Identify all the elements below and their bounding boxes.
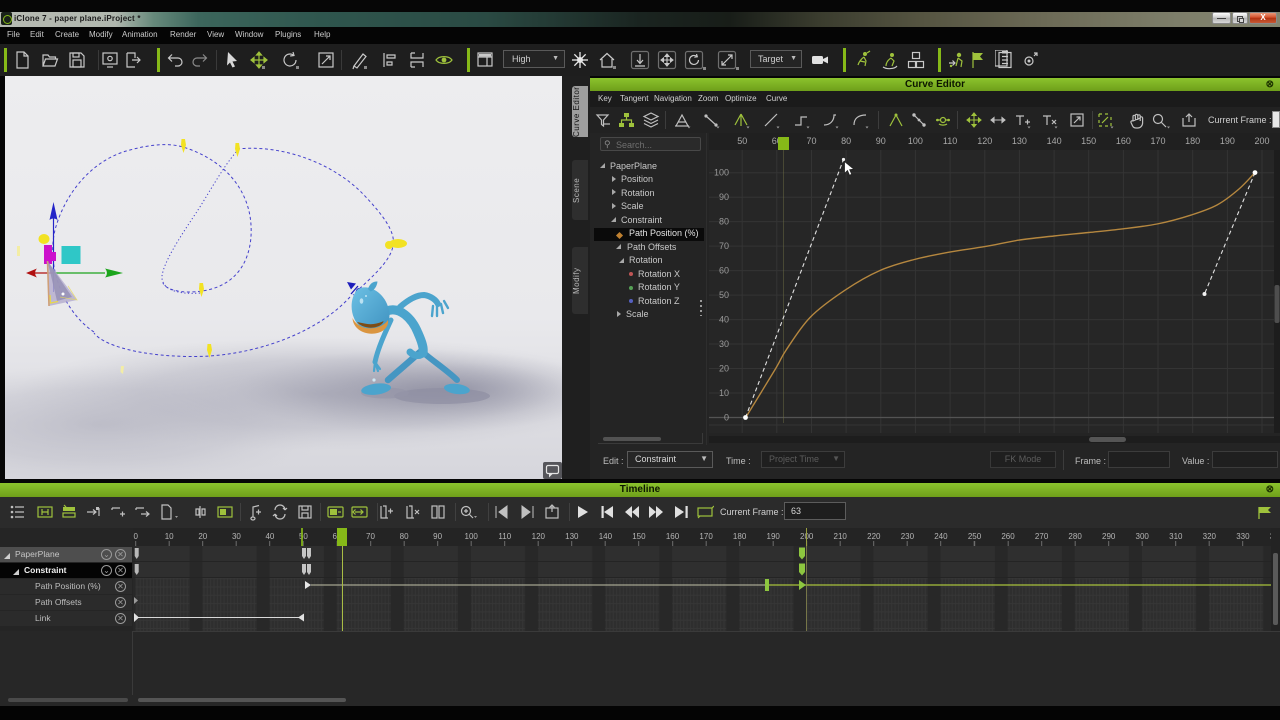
svg-text:50: 50: [737, 136, 747, 146]
svg-text:120: 120: [977, 136, 992, 146]
svg-text:80: 80: [719, 217, 729, 227]
svg-text:70: 70: [719, 241, 729, 251]
svg-text:0: 0: [724, 413, 729, 423]
svg-text:100: 100: [714, 168, 729, 178]
svg-text:90: 90: [719, 192, 729, 202]
svg-text:170: 170: [1150, 136, 1165, 146]
svg-text:40: 40: [719, 315, 729, 325]
svg-text:150: 150: [1081, 136, 1096, 146]
svg-text:190: 190: [1220, 136, 1235, 146]
svg-text:70: 70: [806, 136, 816, 146]
svg-text:110: 110: [943, 136, 957, 146]
svg-text:30: 30: [719, 339, 729, 349]
svg-text:90: 90: [876, 136, 886, 146]
svg-text:140: 140: [1047, 136, 1062, 146]
svg-text:80: 80: [841, 136, 851, 146]
svg-text:200: 200: [1254, 136, 1269, 146]
svg-text:130: 130: [1012, 136, 1027, 146]
svg-text:100: 100: [908, 136, 923, 146]
svg-text:10: 10: [719, 388, 729, 398]
svg-text:20: 20: [719, 364, 729, 374]
svg-text:60: 60: [719, 266, 729, 276]
svg-text:180: 180: [1185, 136, 1200, 146]
svg-text:50: 50: [719, 290, 729, 300]
svg-text:160: 160: [1116, 136, 1131, 146]
